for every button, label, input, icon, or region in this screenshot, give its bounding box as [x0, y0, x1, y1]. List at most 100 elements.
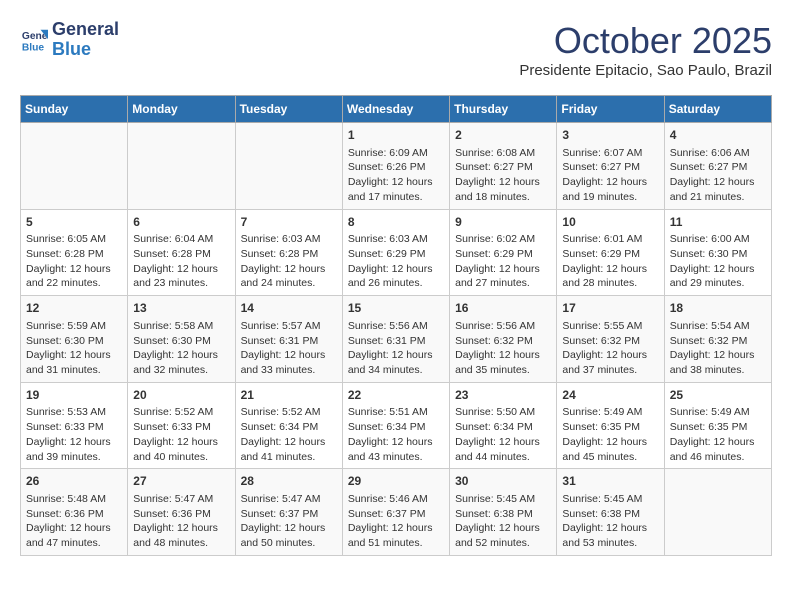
- day-number: 16: [455, 300, 551, 317]
- month-title: October 2025: [519, 20, 772, 62]
- day-number: 10: [562, 214, 658, 231]
- calendar-cell: 15Sunrise: 5:56 AM Sunset: 6:31 PM Dayli…: [342, 296, 449, 383]
- logo-icon: General Blue: [20, 26, 48, 54]
- day-info: Sunrise: 6:00 AM Sunset: 6:30 PM Dayligh…: [670, 232, 766, 291]
- day-info: Sunrise: 5:53 AM Sunset: 6:33 PM Dayligh…: [26, 405, 122, 464]
- calendar-cell: 9Sunrise: 6:02 AM Sunset: 6:29 PM Daylig…: [450, 209, 557, 296]
- calendar-cell: 31Sunrise: 5:45 AM Sunset: 6:38 PM Dayli…: [557, 469, 664, 556]
- page-header: General Blue General Blue October 2025 P…: [20, 20, 772, 79]
- column-header-tuesday: Tuesday: [235, 96, 342, 123]
- day-info: Sunrise: 5:56 AM Sunset: 6:32 PM Dayligh…: [455, 319, 551, 378]
- calendar-cell: [664, 469, 771, 556]
- day-info: Sunrise: 5:52 AM Sunset: 6:34 PM Dayligh…: [241, 405, 337, 464]
- day-number: 3: [562, 127, 658, 144]
- day-number: 30: [455, 473, 551, 490]
- calendar-cell: 6Sunrise: 6:04 AM Sunset: 6:28 PM Daylig…: [128, 209, 235, 296]
- calendar-cell: [128, 123, 235, 210]
- svg-text:Blue: Blue: [22, 42, 45, 53]
- calendar-cell: 7Sunrise: 6:03 AM Sunset: 6:28 PM Daylig…: [235, 209, 342, 296]
- day-number: 19: [26, 387, 122, 404]
- day-number: 9: [455, 214, 551, 231]
- calendar-cell: 12 Sunrise: 5:59 AM Sunset: 6:30 PM Dayli…: [21, 296, 128, 383]
- day-info: Sunrise: 5:50 AM Sunset: 6:34 PM Dayligh…: [455, 405, 551, 464]
- day-info: Sunrise: 6:03 AM Sunset: 6:28 PM Dayligh…: [241, 232, 337, 291]
- day-info: Sunrise: 5:45 AM Sunset: 6:38 PM Dayligh…: [455, 492, 551, 551]
- column-header-monday: Monday: [128, 96, 235, 123]
- calendar-table: SundayMondayTuesdayWednesdayThursdayFrid…: [20, 95, 772, 556]
- day-info: Sunrise: 5:48 AM Sunset: 6:36 PM Dayligh…: [26, 492, 122, 551]
- logo: General Blue General Blue: [20, 20, 119, 60]
- calendar-week-1: 5Sunrise: 6:05 AM Sunset: 6:28 PM Daylig…: [21, 209, 772, 296]
- day-info: Sunrise: 6:08 AM Sunset: 6:27 PM Dayligh…: [455, 146, 551, 205]
- day-number: 6: [133, 214, 229, 231]
- day-number: 12: [26, 300, 122, 317]
- day-info: Sunrise: 5:49 AM Sunset: 6:35 PM Dayligh…: [670, 405, 766, 464]
- calendar-cell: [235, 123, 342, 210]
- calendar-cell: 27Sunrise: 5:47 AM Sunset: 6:36 PM Dayli…: [128, 469, 235, 556]
- calendar-cell: 20Sunrise: 5:52 AM Sunset: 6:33 PM Dayli…: [128, 382, 235, 469]
- calendar-cell: 8Sunrise: 6:03 AM Sunset: 6:29 PM Daylig…: [342, 209, 449, 296]
- day-number: 11: [670, 214, 766, 231]
- calendar-cell: 4 Sunrise: 6:06 AM Sunset: 6:27 PM Daylig…: [664, 123, 771, 210]
- calendar-cell: 2Sunrise: 6:08 AM Sunset: 6:27 PM Daylig…: [450, 123, 557, 210]
- day-number: 20: [133, 387, 229, 404]
- day-info: Sunrise: 6:01 AM Sunset: 6:29 PM Dayligh…: [562, 232, 658, 291]
- day-number: 5: [26, 214, 122, 231]
- day-number: 21: [241, 387, 337, 404]
- column-header-sunday: Sunday: [21, 96, 128, 123]
- day-number: 17: [562, 300, 658, 317]
- calendar-cell: 3 Sunrise: 6:07 AM Sunset: 6:27 PM Daylig…: [557, 123, 664, 210]
- day-number: 29: [348, 473, 444, 490]
- calendar-cell: 18 Sunrise: 5:54 AM Sunset: 6:32 PM Dayli…: [664, 296, 771, 383]
- column-header-wednesday: Wednesday: [342, 96, 449, 123]
- calendar-cell: 1Sunrise: 6:09 AM Sunset: 6:26 PM Daylig…: [342, 123, 449, 210]
- calendar-week-2: 12 Sunrise: 5:59 AM Sunset: 6:30 PM Dayli…: [21, 296, 772, 383]
- day-info: Sunrise: 6:05 AM Sunset: 6:28 PM Dayligh…: [26, 232, 122, 291]
- day-info: Sunrise: 5:57 AM Sunset: 6:31 PM Dayligh…: [241, 319, 337, 378]
- title-block: October 2025 Presidente Epitacio, Sao Pa…: [519, 20, 772, 79]
- calendar-week-4: 26Sunrise: 5:48 AM Sunset: 6:36 PM Dayli…: [21, 469, 772, 556]
- day-number: 4: [670, 127, 766, 144]
- day-info: Sunrise: 5:55 AM Sunset: 6:32 PM Dayligh…: [562, 319, 658, 378]
- day-info: Sunrise: 5:54 AM Sunset: 6:32 PM Dayligh…: [670, 319, 766, 378]
- calendar-week-0: 1Sunrise: 6:09 AM Sunset: 6:26 PM Daylig…: [21, 123, 772, 210]
- logo-text-general: General: [52, 20, 119, 40]
- day-info: Sunrise: 6:07 AM Sunset: 6:27 PM Dayligh…: [562, 146, 658, 205]
- calendar-cell: 5Sunrise: 6:05 AM Sunset: 6:28 PM Daylig…: [21, 209, 128, 296]
- calendar-week-3: 19Sunrise: 5:53 AM Sunset: 6:33 PM Dayli…: [21, 382, 772, 469]
- column-header-friday: Friday: [557, 96, 664, 123]
- day-number: 18: [670, 300, 766, 317]
- calendar-cell: 14 Sunrise: 5:57 AM Sunset: 6:31 PM Dayli…: [235, 296, 342, 383]
- calendar-cell: 11Sunrise: 6:00 AM Sunset: 6:30 PM Dayli…: [664, 209, 771, 296]
- day-info: Sunrise: 5:47 AM Sunset: 6:37 PM Dayligh…: [241, 492, 337, 551]
- day-number: 25: [670, 387, 766, 404]
- day-number: 28: [241, 473, 337, 490]
- day-number: 22: [348, 387, 444, 404]
- day-number: 15: [348, 300, 444, 317]
- day-info: Sunrise: 5:59 AM Sunset: 6:30 PM Dayligh…: [26, 319, 122, 378]
- calendar-cell: 19Sunrise: 5:53 AM Sunset: 6:33 PM Dayli…: [21, 382, 128, 469]
- day-number: 31: [562, 473, 658, 490]
- day-info: Sunrise: 5:52 AM Sunset: 6:33 PM Dayligh…: [133, 405, 229, 464]
- day-info: Sunrise: 6:09 AM Sunset: 6:26 PM Dayligh…: [348, 146, 444, 205]
- calendar-cell: 30 Sunrise: 5:45 AM Sunset: 6:38 PM Dayli…: [450, 469, 557, 556]
- calendar-cell: 21Sunrise: 5:52 AM Sunset: 6:34 PM Dayli…: [235, 382, 342, 469]
- calendar-cell: 10Sunrise: 6:01 AM Sunset: 6:29 PM Dayli…: [557, 209, 664, 296]
- day-info: Sunrise: 6:06 AM Sunset: 6:27 PM Dayligh…: [670, 146, 766, 205]
- calendar-cell: 16 Sunrise: 5:56 AM Sunset: 6:32 PM Dayli…: [450, 296, 557, 383]
- calendar-cell: 29Sunrise: 5:46 AM Sunset: 6:37 PM Dayli…: [342, 469, 449, 556]
- column-header-thursday: Thursday: [450, 96, 557, 123]
- day-info: Sunrise: 5:47 AM Sunset: 6:36 PM Dayligh…: [133, 492, 229, 551]
- day-info: Sunrise: 5:49 AM Sunset: 6:35 PM Dayligh…: [562, 405, 658, 464]
- calendar-cell: 24Sunrise: 5:49 AM Sunset: 6:35 PM Dayli…: [557, 382, 664, 469]
- day-number: 7: [241, 214, 337, 231]
- calendar-cell: 26Sunrise: 5:48 AM Sunset: 6:36 PM Dayli…: [21, 469, 128, 556]
- calendar-cell: 23Sunrise: 5:50 AM Sunset: 6:34 PM Dayli…: [450, 382, 557, 469]
- day-number: 8: [348, 214, 444, 231]
- day-info: Sunrise: 6:02 AM Sunset: 6:29 PM Dayligh…: [455, 232, 551, 291]
- day-number: 14: [241, 300, 337, 317]
- day-info: Sunrise: 5:58 AM Sunset: 6:30 PM Dayligh…: [133, 319, 229, 378]
- day-number: 23: [455, 387, 551, 404]
- day-number: 24: [562, 387, 658, 404]
- calendar-cell: 13Sunrise: 5:58 AM Sunset: 6:30 PM Dayli…: [128, 296, 235, 383]
